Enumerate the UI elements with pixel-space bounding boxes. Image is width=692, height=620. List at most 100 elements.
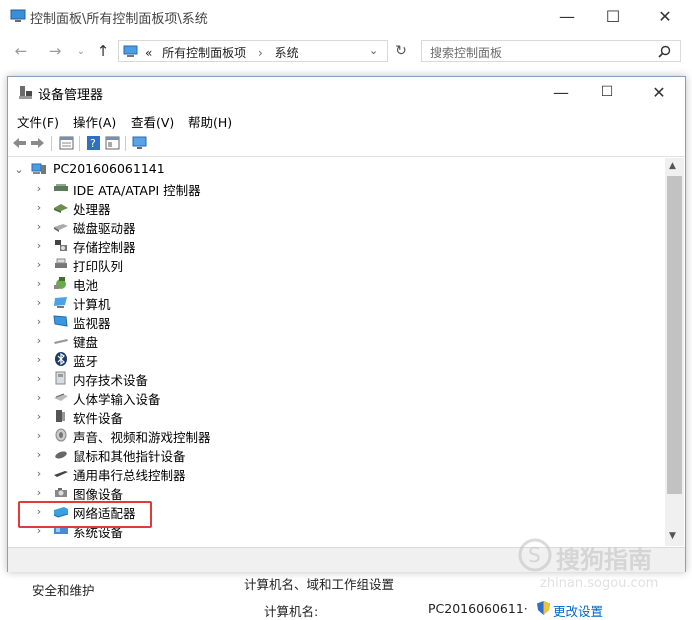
device-manager-icon [19, 86, 32, 99]
system-window-icon [10, 9, 26, 22]
control-panel-title: 控制面板\所有控制面板项\系统 [30, 12, 208, 27]
control-panel-titlebar: 控制面板\所有控制面板项\系统 — ☐ ✕ [0, 0, 692, 32]
expand-chevron-icon[interactable]: › [33, 238, 45, 252]
expand-chevron-icon[interactable]: › [33, 390, 45, 404]
search-input[interactable]: 搜索控制面板 [421, 40, 681, 62]
device-category-row[interactable]: › 键盘 [9, 331, 649, 351]
device-category-row[interactable]: › 图像设备 [9, 483, 649, 503]
device-tree: ⌄ PC201606061141 › IDE ATA/ATAPI 控制器 › 处理器 ›… [9, 158, 665, 546]
expand-chevron-icon[interactable]: › [33, 219, 45, 233]
device-category-row[interactable]: › 内存技术设备 [9, 369, 649, 388]
device-category-row[interactable]: › 计算机 [9, 293, 649, 313]
expand-chevron-icon[interactable]: › [33, 295, 45, 309]
processor-icon [54, 204, 68, 213]
breadcrumb-separator: › [258, 46, 263, 60]
breadcrumb-system[interactable]: 系统 [275, 46, 299, 60]
expand-chevron-icon[interactable]: › [33, 200, 45, 214]
menu-action[interactable]: 操作(A) [73, 112, 116, 131]
device-category-row[interactable]: › 处理器 [9, 198, 649, 218]
forward-arrow-icon[interactable]: → [44, 40, 66, 62]
expand-chevron-icon[interactable]: › [33, 447, 45, 461]
control-panel-icon [123, 45, 138, 57]
device-category-row[interactable]: › 鼠标和其他指针设备 [9, 445, 649, 465]
hid-icon [54, 393, 68, 401]
collapse-chevron-icon[interactable]: ⌄ [13, 162, 25, 176]
dm-maximize-button[interactable]: ☐ [584, 76, 630, 108]
highlight-box [18, 501, 152, 528]
mouse-icon [55, 451, 67, 459]
expand-chevron-icon[interactable]: › [33, 257, 45, 271]
battery-icon [54, 277, 66, 289]
svg-text:S: S [528, 543, 541, 567]
expand-chevron-icon[interactable]: › [33, 333, 45, 347]
memory-device-icon [55, 371, 66, 385]
menu-bar: 文件(F) 操作(A) 查看(V) 帮助(H) [8, 110, 685, 130]
scroll-up-icon[interactable]: ▲ [669, 161, 676, 171]
expand-chevron-icon[interactable]: › [33, 409, 45, 423]
device-category-row[interactable]: › 声音、视频和游戏控制器 [9, 426, 649, 445]
menu-view[interactable]: 查看(V) [131, 112, 174, 131]
device-category-row[interactable]: › 存储控制器 [9, 236, 649, 256]
device-category-row[interactable]: › 蓝牙 [9, 350, 649, 369]
refresh-icon[interactable]: ↻ [390, 40, 412, 62]
toolbar-scan-hardware-icon[interactable] [132, 136, 147, 150]
watermark-brand: 搜狗指南 [556, 546, 652, 574]
expand-chevron-icon[interactable]: › [33, 314, 45, 328]
expand-chevron-icon[interactable]: › [33, 352, 45, 366]
expand-chevron-icon[interactable]: › [33, 428, 45, 442]
breadcrumb-all-items[interactable]: 所有控制面板项 [162, 46, 246, 60]
device-category-row[interactable]: › 人体学输入设备 [9, 388, 649, 408]
toolbar-help-icon[interactable]: ? [86, 136, 101, 150]
dm-minimize-button[interactable]: — [538, 76, 584, 108]
device-category-label: 键盘 [73, 335, 99, 350]
tree-root[interactable]: ⌄ PC201606061141 [9, 160, 649, 179]
expand-chevron-icon[interactable]: › [33, 181, 45, 195]
sound-icon [55, 428, 67, 442]
expand-chevron-icon[interactable]: › [33, 485, 45, 499]
device-category-row[interactable]: › 电池 [9, 274, 649, 294]
address-dropdown-icon[interactable]: ⌄ [369, 44, 378, 57]
usb-icon [54, 471, 68, 477]
print-queue-icon [55, 258, 67, 268]
device-category-row[interactable]: › 通用串行总线控制器 [9, 464, 649, 484]
toolbar-divider [51, 136, 52, 151]
device-category-label: 磁盘驱动器 [73, 221, 136, 236]
maximize-button[interactable]: ☐ [590, 0, 636, 32]
sogou-watermark: S 搜狗指南 zhinan.sogou.com [510, 536, 680, 596]
menu-file[interactable]: 文件(F) [17, 112, 59, 131]
expand-chevron-icon[interactable]: › [33, 466, 45, 480]
toolbar-forward-icon[interactable] [30, 136, 45, 150]
toolbar-back-icon[interactable] [12, 136, 27, 150]
breadcrumb-overflow[interactable]: « [145, 46, 152, 60]
device-category-row[interactable]: › IDE ATA/ATAPI 控制器 [9, 179, 649, 199]
close-button[interactable]: ✕ [642, 0, 688, 32]
minimize-button[interactable]: — [544, 0, 590, 32]
device-category-row[interactable]: › 打印队列 [9, 255, 649, 275]
toolbar-divider [125, 136, 126, 151]
expand-chevron-icon[interactable]: › [33, 371, 45, 385]
search-icon[interactable] [658, 45, 671, 58]
toolbar-view-icon[interactable] [105, 136, 120, 150]
change-settings-link[interactable]: 更改设置 [553, 601, 603, 620]
disk-drive-icon [54, 224, 68, 232]
expand-chevron-icon[interactable]: › [33, 276, 45, 290]
device-category-label: 声音、视频和游戏控制器 [73, 430, 211, 445]
device-category-row[interactable]: › 监视器 [9, 312, 649, 332]
toolbar: ? [8, 132, 685, 157]
device-category-label: 通用串行总线控制器 [73, 468, 186, 483]
address-bar[interactable]: « 所有控制面板项 › 系统 ⌄ [118, 40, 388, 62]
toolbar-properties-icon[interactable] [59, 136, 74, 150]
device-category-row[interactable]: › 磁盘驱动器 [9, 217, 649, 237]
security-maintenance-link[interactable]: 安全和维护 [32, 580, 95, 599]
sogou-logo-icon: S [518, 538, 552, 572]
device-category-label: 处理器 [73, 202, 111, 217]
device-category-row[interactable]: › 软件设备 [9, 407, 649, 427]
back-arrow-icon[interactable]: ← [10, 40, 32, 62]
scrollbar-thumb[interactable] [667, 176, 682, 494]
menu-help[interactable]: 帮助(H) [188, 112, 232, 131]
up-arrow-icon[interactable]: ↑ [92, 40, 114, 62]
dm-close-button[interactable]: ✕ [636, 76, 682, 108]
uac-shield-icon [537, 601, 550, 615]
vertical-scrollbar[interactable]: ▲ ▼ [665, 158, 684, 546]
recent-dropdown-icon[interactable]: ⌄ [70, 40, 92, 62]
